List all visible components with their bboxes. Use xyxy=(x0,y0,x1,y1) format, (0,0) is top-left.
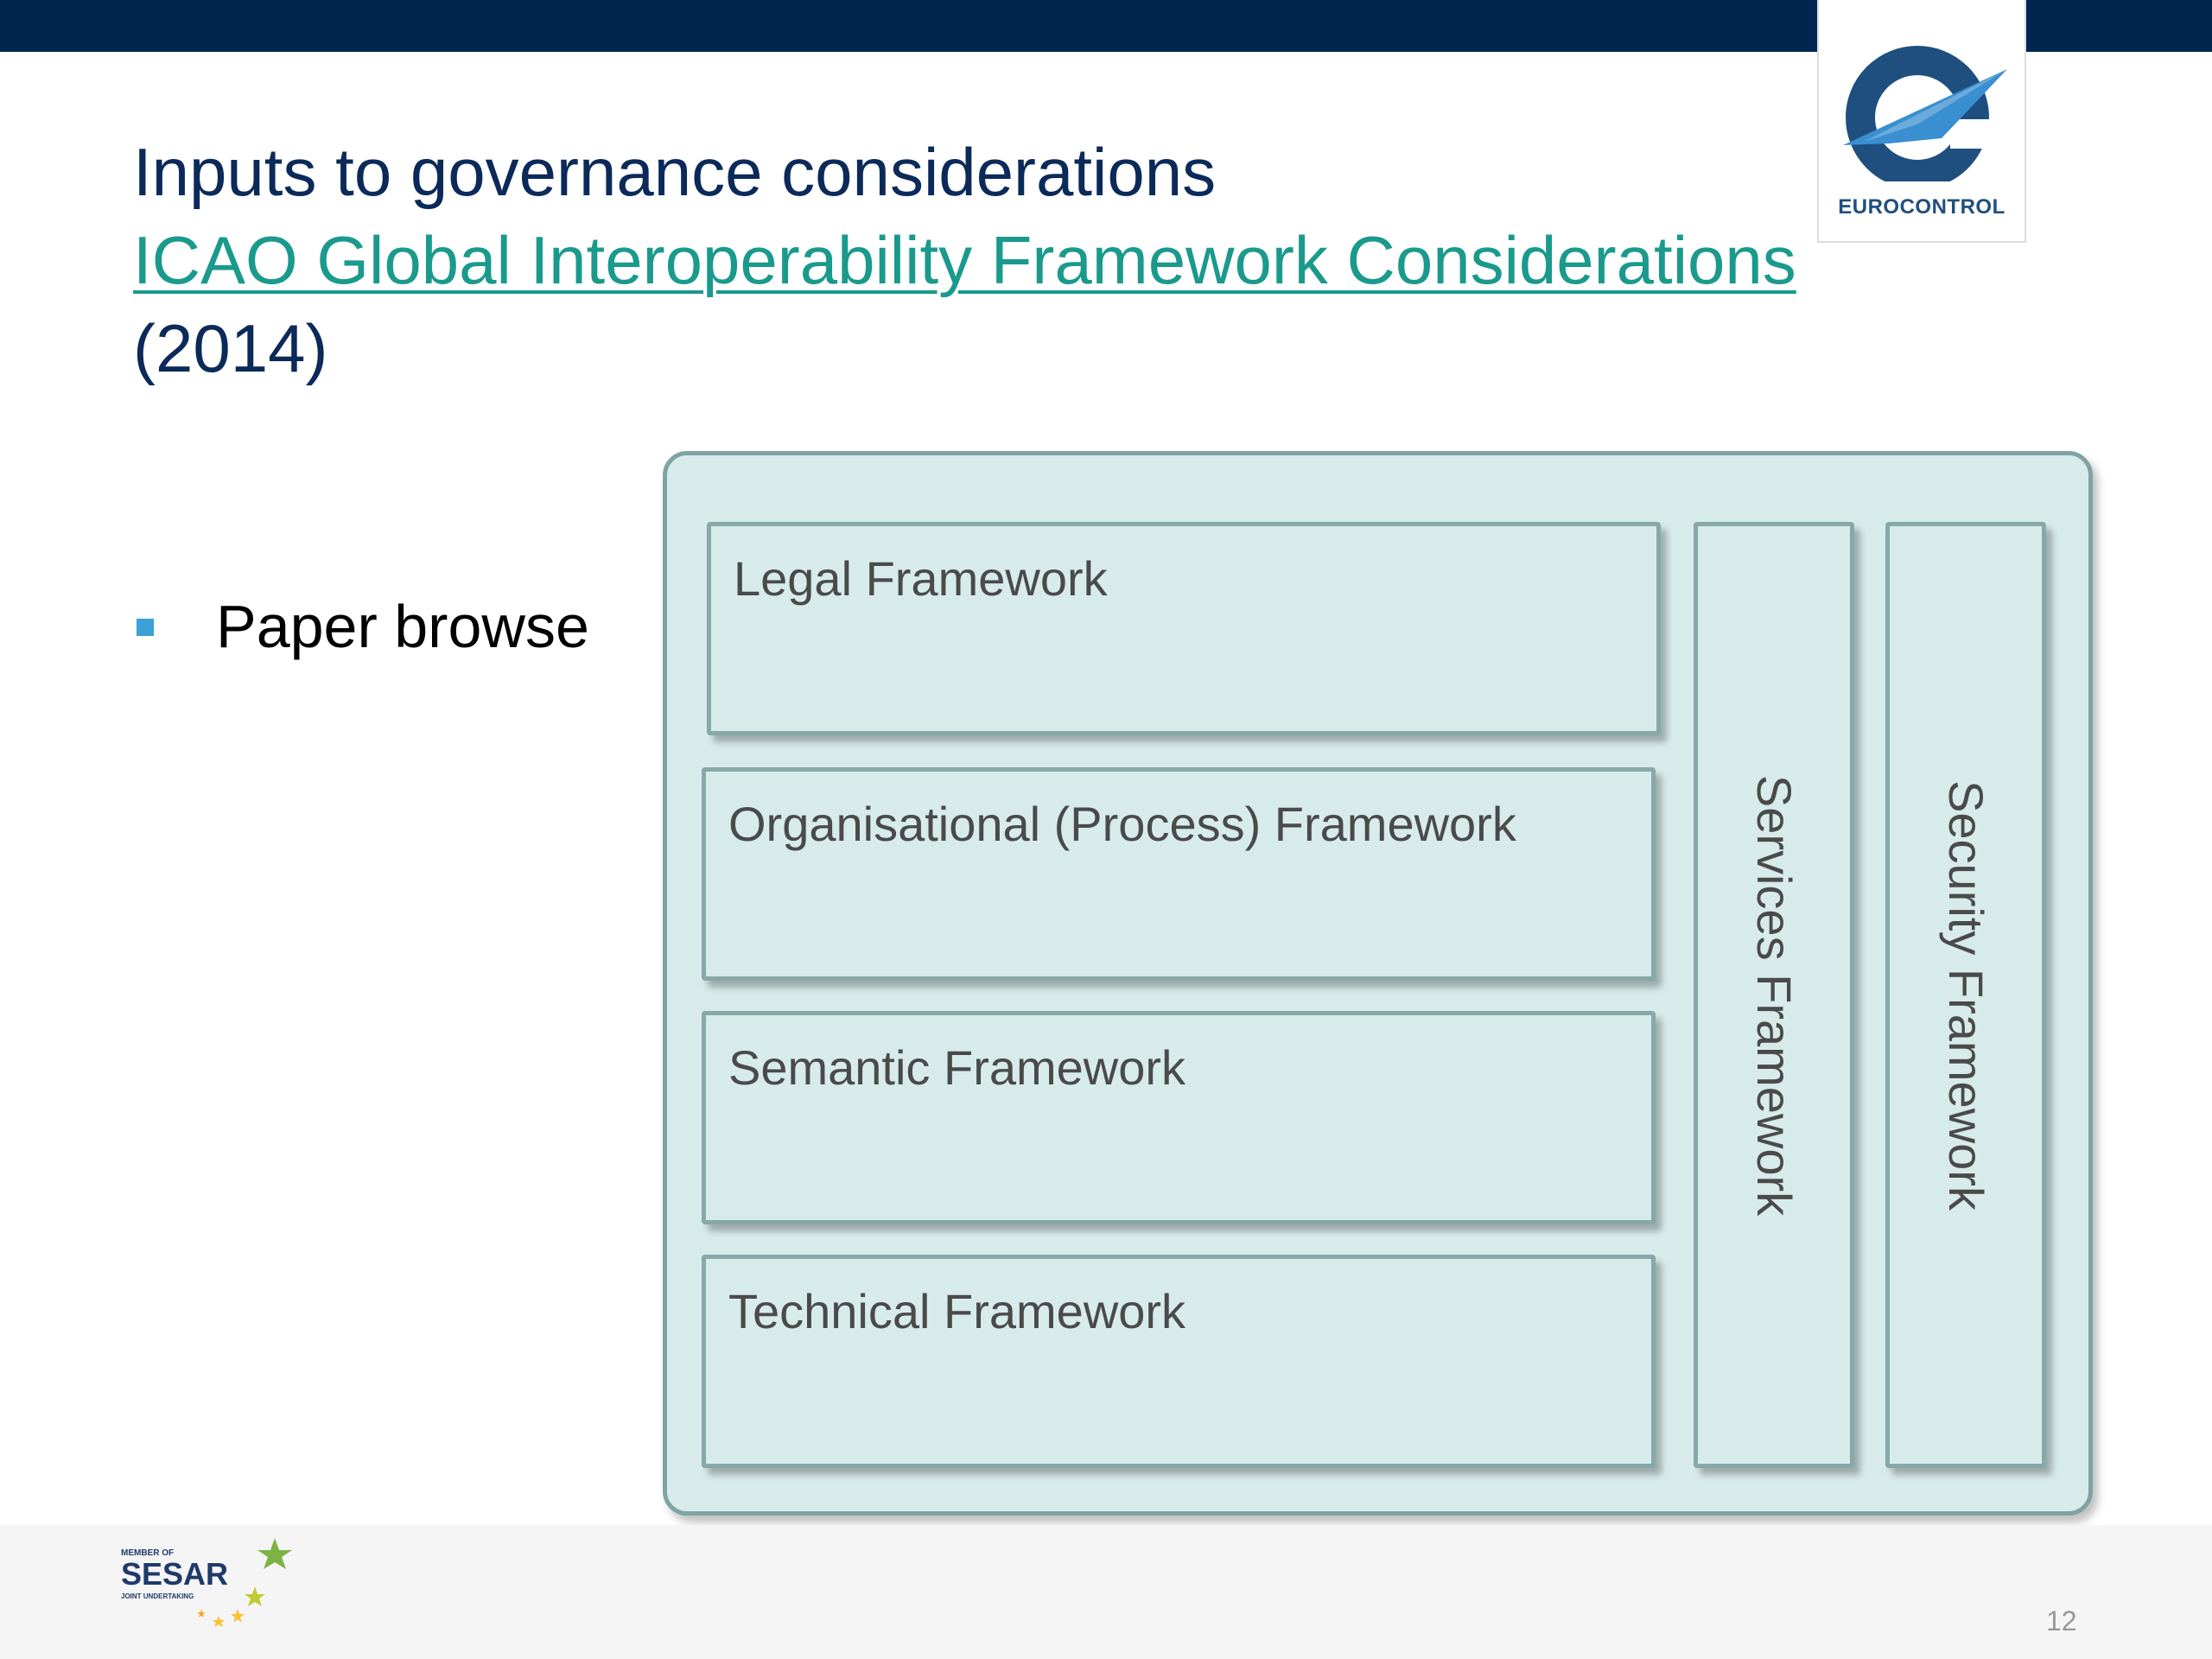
technical-framework-label: Technical Framework xyxy=(728,1284,1186,1338)
title-year: (2014) xyxy=(133,310,328,386)
icao-framework-link[interactable]: ICAO Global Interoperability Framework C… xyxy=(133,222,1796,298)
organisational-framework-box: Organisational (Process) Framework xyxy=(702,767,1656,981)
semantic-framework-label: Semantic Framework xyxy=(728,1040,1186,1095)
interoperability-framework-diagram: Legal Framework Organisational (Process)… xyxy=(663,451,2093,1516)
technical-framework-box: Technical Framework xyxy=(702,1255,1656,1468)
services-framework-label: Services Framework xyxy=(1747,774,1802,1216)
legal-framework-box: Legal Framework xyxy=(707,522,1661,735)
security-framework-box: Security Framework xyxy=(1885,522,2046,1468)
bullet-text: Paper browse xyxy=(216,593,589,660)
legal-framework-label: Legal Framework xyxy=(734,551,1108,606)
slide-title: Inputs to governance considerations ICAO… xyxy=(133,128,2120,392)
sesar-logo-text: SESAR xyxy=(121,1556,228,1592)
title-heading: Inputs to governance considerations xyxy=(133,134,1217,210)
semantic-framework-box: Semantic Framework xyxy=(702,1011,1656,1224)
page-number: 12 xyxy=(2046,1605,2077,1637)
services-framework-box: Services Framework xyxy=(1694,522,1854,1468)
square-bullet-icon xyxy=(137,619,154,636)
slide: EUROCONTROL Inputs to governance conside… xyxy=(0,0,2212,1659)
sesar-joint-text: JOINT UNDERTAKING xyxy=(121,1592,194,1600)
sesar-stars-icon: MEMBER OF SESAR JOINT UNDERTAKING xyxy=(121,1538,292,1627)
organisational-framework-label: Organisational (Process) Framework xyxy=(728,797,1516,851)
footer-band xyxy=(0,1525,2212,1659)
security-framework-label: Security Framework xyxy=(1939,779,1993,1211)
